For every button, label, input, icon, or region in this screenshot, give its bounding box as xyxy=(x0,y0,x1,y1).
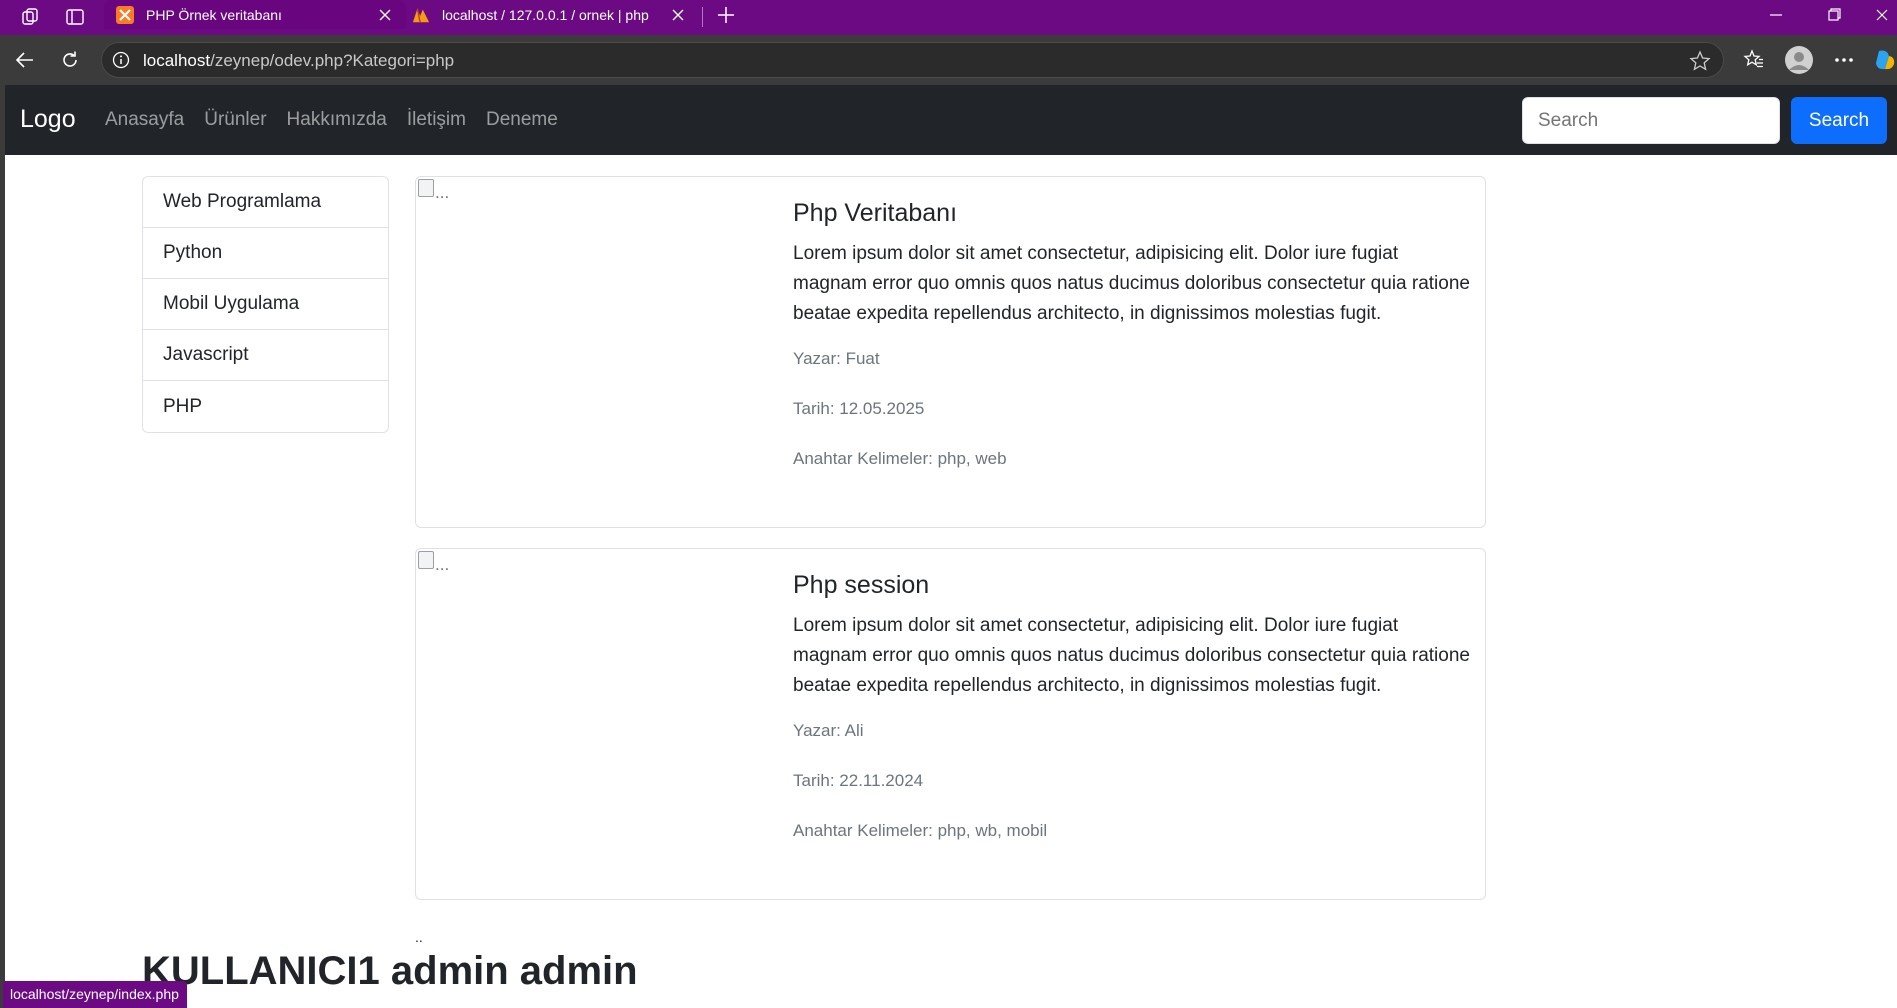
post-date: Tarih: 22.11.2024 xyxy=(793,771,924,790)
tab-phpmyadmin[interactable]: localhost / 127.0.0.1 / ornek | php xyxy=(406,0,699,29)
nav-link-urunler[interactable]: Ürünler xyxy=(204,109,266,131)
search-button[interactable]: Search xyxy=(1791,97,1887,144)
tab-actions-icon[interactable] xyxy=(60,2,90,32)
category-item-python[interactable]: Python xyxy=(143,228,388,279)
post-author: Yazar: Ali xyxy=(793,721,864,740)
favorite-star-icon[interactable] xyxy=(1689,50,1711,72)
broken-image-icon xyxy=(418,179,434,197)
site-info-icon[interactable] xyxy=(112,51,130,69)
broken-image-icon xyxy=(418,551,434,569)
url-text: localhost/zeynep/odev.php?Kategori=php xyxy=(143,51,454,71)
tab-separator xyxy=(702,7,703,27)
category-item-javascript[interactable]: Javascript xyxy=(143,330,388,381)
brand-logo[interactable]: Logo xyxy=(20,105,76,134)
category-list: Web Programlama Python Mobil Uygulama Ja… xyxy=(142,176,389,433)
nav-link-iletisim[interactable]: İletişim xyxy=(407,109,466,131)
tab-title: localhost / 127.0.0.1 / ornek | php xyxy=(442,6,649,23)
close-tab-icon[interactable] xyxy=(667,4,689,26)
new-tab-icon[interactable] xyxy=(711,0,741,30)
user-heading: KULLANICI1 admin admin xyxy=(142,949,638,993)
image-alt-text: ... xyxy=(435,183,450,202)
web-page: Logo Anasayfa Ürünler Hakkımızda İletişi… xyxy=(5,85,1897,1008)
copilot-icon[interactable] xyxy=(1872,44,1897,76)
post-body: Php Veritabanı Lorem ipsum dolor sit ame… xyxy=(793,177,1473,499)
post-text: Lorem ipsum dolor sit amet consectetur, … xyxy=(793,243,1470,324)
category-item-web-programlama[interactable]: Web Programlama xyxy=(143,177,388,228)
post-text: Lorem ipsum dolor sit amet consectetur, … xyxy=(793,615,1470,696)
post-keywords: Anahtar Kelimeler: php, wb, mobil xyxy=(793,821,1048,840)
nav-link-deneme[interactable]: Deneme xyxy=(486,109,558,131)
status-bar-link: localhost/zeynep/index.php xyxy=(3,981,187,1008)
restore-icon[interactable] xyxy=(1811,0,1857,29)
refresh-icon[interactable] xyxy=(54,44,86,76)
browser-tab-bar: PHP Örnek veritabanı localhost / 127.0.0… xyxy=(0,0,1897,35)
tab-php-ornek[interactable]: PHP Örnek veritabanı xyxy=(104,0,406,29)
page-dots: .. xyxy=(415,929,423,945)
profile-avatar-icon[interactable] xyxy=(1783,44,1815,76)
post-author: Yazar: Fuat xyxy=(793,349,880,368)
category-item-mobil-uygulama[interactable]: Mobil Uygulama xyxy=(143,279,388,330)
category-item-php[interactable]: PHP xyxy=(143,381,388,432)
post-title: Php session xyxy=(793,571,930,599)
close-tab-icon[interactable] xyxy=(374,4,396,26)
post-image: ... xyxy=(416,549,776,579)
workspaces-icon[interactable] xyxy=(16,2,46,32)
post-image: ... xyxy=(416,177,776,207)
post-body: Php session Lorem ipsum dolor sit amet c… xyxy=(793,549,1473,871)
nav-link-anasayfa[interactable]: Anasayfa xyxy=(105,109,184,131)
minimize-icon[interactable] xyxy=(1753,0,1799,29)
more-options-icon[interactable] xyxy=(1828,44,1860,76)
nav-link-hakkimizda[interactable]: Hakkımızda xyxy=(287,109,387,131)
nav-links: Anasayfa Ürünler Hakkımızda İletişim Den… xyxy=(105,109,578,131)
xampp-icon xyxy=(116,5,134,24)
url-path: /zeynep/odev.php?Kategori=php xyxy=(210,51,455,70)
tab-title: PHP Örnek veritabanı xyxy=(146,6,282,23)
phpmyadmin-icon xyxy=(412,6,430,24)
post-card: ... Php session Lorem ipsum dolor sit am… xyxy=(415,548,1486,900)
search-input[interactable] xyxy=(1522,97,1780,144)
close-window-icon[interactable] xyxy=(1866,0,1897,29)
post-card: ... Php Veritabanı Lorem ipsum dolor sit… xyxy=(415,176,1486,528)
back-icon[interactable] xyxy=(9,44,41,76)
post-title: Php Veritabanı xyxy=(793,199,958,227)
address-bar[interactable]: localhost/zeynep/odev.php?Kategori=php xyxy=(101,42,1724,78)
image-alt-text: ... xyxy=(435,555,450,574)
site-navbar: Logo Anasayfa Ürünler Hakkımızda İletişi… xyxy=(5,85,1897,155)
browser-toolbar: localhost/zeynep/odev.php?Kategori=php xyxy=(0,35,1897,85)
post-keywords: Anahtar Kelimeler: php, web xyxy=(793,449,1007,468)
post-date: Tarih: 12.05.2025 xyxy=(793,399,925,418)
url-host: localhost xyxy=(143,51,211,70)
favorites-icon[interactable] xyxy=(1738,44,1770,76)
